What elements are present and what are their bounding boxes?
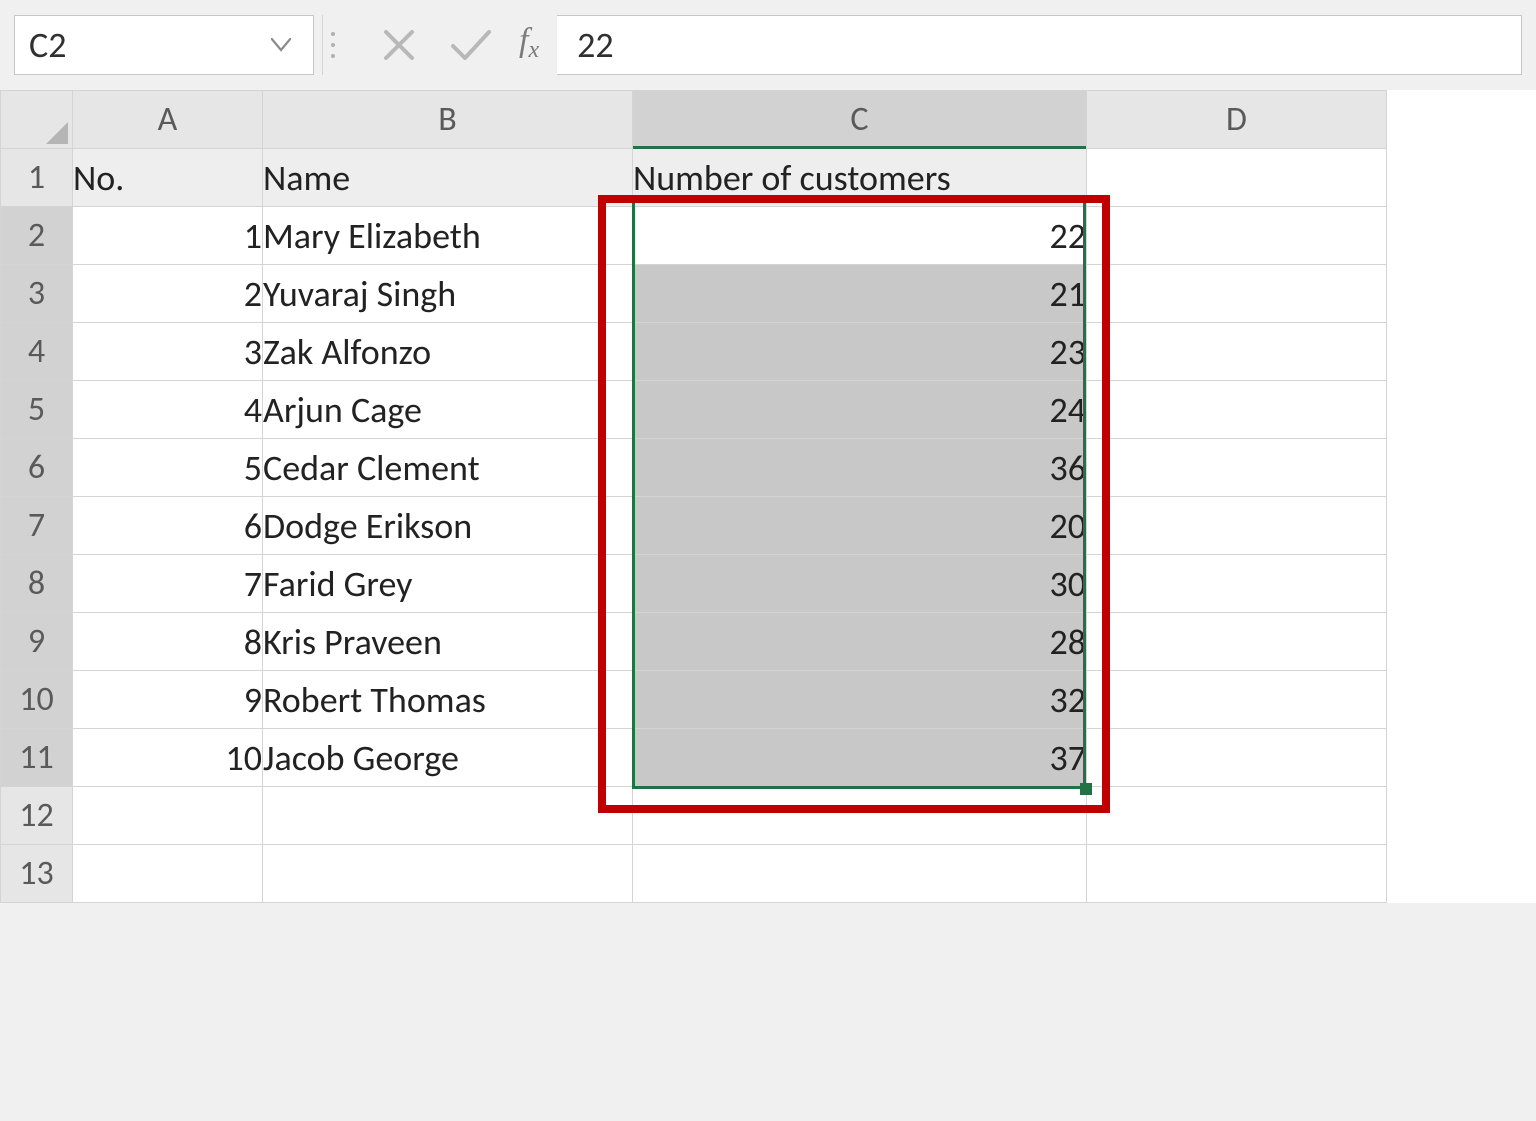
cell-a11[interactable]: 10 [73,729,263,787]
formula-bar: C2 fx 22 [0,0,1536,90]
cell-d2[interactable] [1087,207,1387,265]
cell-a12[interactable] [73,787,263,845]
cell-d6[interactable] [1087,439,1387,497]
cell-c2[interactable]: 22 [633,207,1087,265]
cell-d8[interactable] [1087,555,1387,613]
column-header-b[interactable]: B [263,91,633,149]
cell-c12[interactable] [633,787,1087,845]
cell-d13[interactable] [1087,845,1387,903]
select-all-button[interactable] [1,91,73,149]
cell-c4[interactable]: 23 [633,323,1087,381]
column-header-c[interactable]: C [633,91,1087,149]
row-header[interactable]: 10 [1,671,73,729]
column-header-a[interactable]: A [73,91,263,149]
formula-input-value: 22 [577,23,614,67]
insert-function-button[interactable]: fx [513,22,547,60]
cell-b1[interactable]: Name [263,149,633,207]
cell-b3[interactable]: Yuvaraj Singh [263,265,633,323]
cell-d3[interactable] [1087,265,1387,323]
separator [322,15,323,75]
row-header[interactable]: 11 [1,729,73,787]
cell-a8[interactable]: 7 [73,555,263,613]
cell-b4[interactable]: Zak Alfonzo [263,323,633,381]
sheet-table: A B C D 1 No. Name Number of customers 2… [0,90,1387,903]
cell-d12[interactable] [1087,787,1387,845]
cell-b5[interactable]: Arjun Cage [263,381,633,439]
expand-formula-bar-icon[interactable] [331,17,339,73]
cell-a7[interactable]: 6 [73,497,263,555]
cell-a6[interactable]: 5 [73,439,263,497]
cell-c10[interactable]: 32 [633,671,1087,729]
name-box[interactable]: C2 [14,15,314,75]
row-header[interactable]: 3 [1,265,73,323]
cell-b6[interactable]: Cedar Clement [263,439,633,497]
cell-a4[interactable]: 3 [73,323,263,381]
cell-d4[interactable] [1087,323,1387,381]
formula-input[interactable]: 22 [557,15,1522,75]
row-header[interactable]: 4 [1,323,73,381]
name-box-value: C2 [29,23,263,67]
spreadsheet-grid: A B C D 1 No. Name Number of customers 2… [0,90,1536,903]
row-header[interactable]: 2 [1,207,73,265]
cell-c1[interactable]: Number of customers [633,149,1087,207]
cell-c11[interactable]: 37 [633,729,1087,787]
cell-d7[interactable] [1087,497,1387,555]
cell-b10[interactable]: Robert Thomas [263,671,633,729]
row-header[interactable]: 13 [1,845,73,903]
cell-b13[interactable] [263,845,633,903]
row-header[interactable]: 5 [1,381,73,439]
cell-d5[interactable] [1087,381,1387,439]
cell-b2[interactable]: Mary Elizabeth [263,207,633,265]
cell-c8[interactable]: 30 [633,555,1087,613]
cell-d11[interactable] [1087,729,1387,787]
row-header[interactable]: 8 [1,555,73,613]
cell-c9[interactable]: 28 [633,613,1087,671]
cell-a10[interactable]: 9 [73,671,263,729]
formula-tools: fx [339,15,551,75]
cell-d9[interactable] [1087,613,1387,671]
cell-b7[interactable]: Dodge Erikson [263,497,633,555]
row-header[interactable]: 12 [1,787,73,845]
column-header-d[interactable]: D [1087,91,1387,149]
cell-c7[interactable]: 20 [633,497,1087,555]
cell-a2[interactable]: 1 [73,207,263,265]
cell-a5[interactable]: 4 [73,381,263,439]
row-header[interactable]: 6 [1,439,73,497]
cell-b8[interactable]: Farid Grey [263,555,633,613]
cell-a1[interactable]: No. [73,149,263,207]
row-header[interactable]: 9 [1,613,73,671]
row-header[interactable]: 7 [1,497,73,555]
cell-b11[interactable]: Jacob George [263,729,633,787]
cell-c13[interactable] [633,845,1087,903]
cell-a3[interactable]: 2 [73,265,263,323]
cell-b9[interactable]: Kris Praveen [263,613,633,671]
cell-c3[interactable]: 21 [633,265,1087,323]
cell-c6[interactable]: 36 [633,439,1087,497]
name-box-dropdown-icon[interactable] [263,38,299,52]
cancel-button[interactable] [369,17,429,73]
cell-b12[interactable] [263,787,633,845]
cell-d1[interactable] [1087,149,1387,207]
row-header[interactable]: 1 [1,149,73,207]
cell-a13[interactable] [73,845,263,903]
enter-button[interactable] [441,17,501,73]
cell-c5[interactable]: 24 [633,381,1087,439]
cell-d10[interactable] [1087,671,1387,729]
cell-a9[interactable]: 8 [73,613,263,671]
